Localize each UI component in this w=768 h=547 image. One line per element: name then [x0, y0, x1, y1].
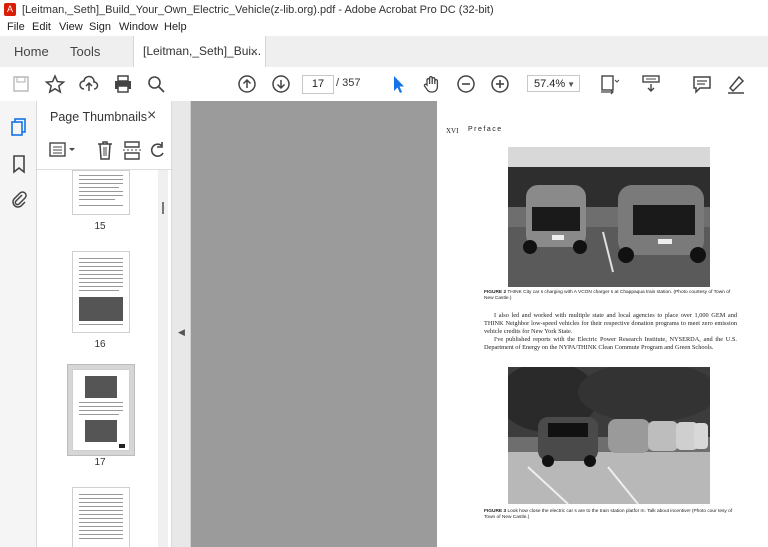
thumbnail-scrollbar[interactable] [158, 170, 168, 547]
zoom-level-value: 57.4% [534, 78, 566, 90]
toolbar: 17 / 357 57.4% ▼ [0, 67, 768, 102]
cloud-upload-icon[interactable] [78, 73, 100, 95]
split-page-icon[interactable] [122, 139, 142, 161]
title-bar: A [Leitman,_Seth]_Build_Your_Own_Electri… [0, 0, 768, 21]
figure-3-photo [508, 367, 710, 504]
page-number-label: 17 [94, 457, 106, 468]
menu-edit[interactable]: Edit [32, 21, 51, 33]
left-navigation-rail [0, 101, 37, 547]
scrolling-mode-icon[interactable] [640, 73, 662, 95]
menu-bar: File Edit View Sign Window Help [0, 20, 768, 36]
search-icon[interactable] [145, 73, 167, 95]
zoom-out-icon[interactable] [455, 73, 477, 95]
tab-document-label: [Leitman,_Seth]_Bui... [143, 44, 262, 58]
highlight-pen-icon[interactable] [725, 73, 747, 95]
bookmark-icon[interactable] [10, 154, 28, 174]
page-total-label: / 357 [336, 77, 361, 89]
collapse-arrow-icon[interactable]: ◀ [178, 327, 185, 338]
figure-2-caption-text: THINK City car s charging with A VCON ch… [484, 290, 731, 301]
figure-3-caption: FIGURE 3 Look how close the electric car… [484, 509, 736, 521]
acrobat-logo-icon: A [4, 3, 16, 16]
menu-view[interactable]: View [59, 21, 83, 33]
figure-2-label: FIGURE 2 [484, 290, 507, 295]
menu-help[interactable]: Help [164, 21, 187, 33]
chevron-down-icon: ▼ [567, 80, 575, 89]
thumbnail-scrollbar-thumb[interactable] [162, 202, 164, 214]
star-icon[interactable] [44, 73, 66, 95]
pdf-page[interactable]: XVI Preface FIGURE 2 THINK City car s ch… [437, 101, 768, 547]
tab-document[interactable]: [Leitman,_Seth]_Bui... × [133, 36, 266, 67]
body-paragraph-2: I've published reports with the Electric… [484, 336, 737, 351]
print-icon[interactable] [112, 73, 134, 95]
zoom-level-dropdown[interactable]: 57.4% ▼ [527, 75, 580, 92]
next-page-icon[interactable] [270, 73, 292, 95]
panel-collapse-strip[interactable]: ◀ [172, 101, 191, 547]
fit-page-icon[interactable] [598, 73, 620, 95]
zoom-in-icon[interactable] [489, 73, 511, 95]
page-thumbnail-15[interactable] [72, 170, 130, 215]
hand-tool-icon[interactable] [421, 73, 443, 95]
tab-close-button[interactable]: × [250, 36, 258, 67]
page-number-label: 15 [94, 221, 106, 232]
save-icon[interactable] [10, 73, 32, 95]
body-paragraph-1: I also led and worked with multiple stat… [484, 312, 737, 335]
page-thumbnail-17[interactable] [72, 369, 130, 451]
page-thumbnails-icon[interactable] [9, 117, 29, 137]
figure-2-caption: FIGURE 2 THINK City car s charging with … [484, 290, 736, 302]
page-thumbnail-16[interactable] [72, 251, 130, 333]
select-cursor-icon[interactable] [387, 73, 409, 95]
page-number-text: XVI [446, 127, 459, 135]
figure-3-label: FIGURE 3 [484, 509, 507, 514]
thumbnail-options-icon[interactable] [49, 141, 79, 159]
figure-3-caption-text: Look how close the electric car s are to… [484, 509, 733, 520]
panel-close-button[interactable]: × [147, 107, 156, 125]
running-head: Preface [468, 126, 503, 133]
window-title: [Leitman,_Seth]_Build_Your_Own_Electric_… [22, 4, 494, 16]
delete-page-icon[interactable] [95, 139, 115, 161]
menu-window[interactable]: Window [119, 21, 158, 33]
figure-2-photo [508, 147, 710, 287]
menu-sign[interactable]: Sign [89, 21, 111, 33]
page-number-input[interactable]: 17 [302, 75, 334, 94]
tab-bar: Home Tools [Leitman,_Seth]_Bui... × [0, 36, 768, 68]
panel-header-title: Page Thumbnails [50, 110, 148, 124]
tab-tools[interactable]: Tools [70, 36, 100, 67]
previous-page-icon[interactable] [236, 73, 258, 95]
page-number-label: 16 [94, 339, 106, 350]
menu-file[interactable]: File [7, 21, 25, 33]
attachment-icon[interactable] [10, 189, 28, 209]
comment-icon[interactable] [691, 73, 713, 95]
page-thumbnail-18[interactable] [72, 487, 130, 547]
rotate-icon[interactable] [148, 140, 168, 160]
tab-home[interactable]: Home [14, 36, 49, 67]
page-thumbnails-panel: Page Thumbnails × 15 16 17 [37, 101, 172, 547]
